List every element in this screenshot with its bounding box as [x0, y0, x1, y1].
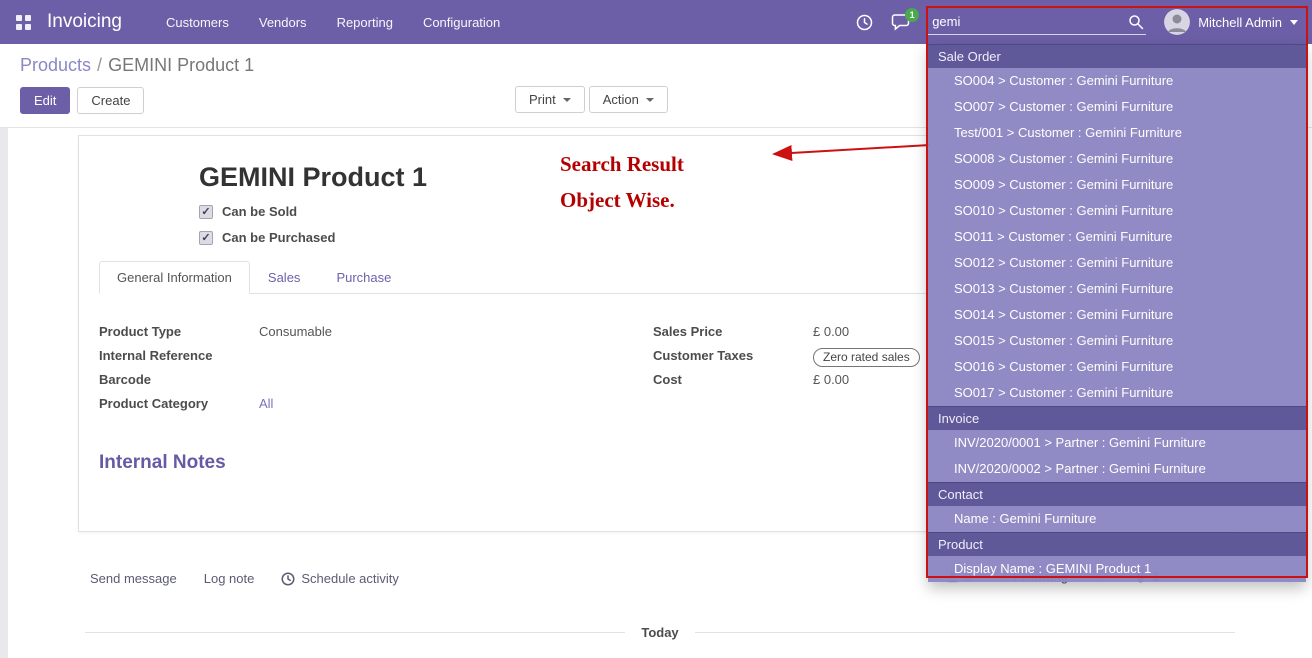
can-be-purchased-label: Can be Purchased: [222, 230, 335, 245]
search-result-item[interactable]: SO012 > Customer : Gemini Furniture: [928, 250, 1306, 276]
action-buttons: Print Action: [515, 86, 668, 113]
search-result-item[interactable]: SO016 > Customer : Gemini Furniture: [928, 354, 1306, 380]
record-buttons: Edit Create: [20, 87, 144, 114]
annotation-text: Search Result Object Wise.: [560, 146, 684, 218]
field-value: £ 0.00: [813, 372, 849, 387]
today-divider: Today: [85, 625, 1235, 640]
search-group-invoice: Invoice: [928, 406, 1306, 430]
avatar: [1164, 9, 1190, 35]
top-navbar: Invoicing Customers Vendors Reporting Co…: [0, 0, 1312, 44]
log-note-button[interactable]: Log note: [204, 571, 255, 586]
navbar-right: 1 Mitchell Admin: [856, 9, 1298, 35]
tab-sales[interactable]: Sales: [250, 261, 319, 294]
breadcrumb-products-link[interactable]: Products: [20, 55, 91, 75]
send-message-button[interactable]: Send message: [90, 571, 177, 586]
search-group-sale-order: Sale Order: [928, 44, 1306, 68]
search-group-contact: Contact: [928, 482, 1306, 506]
apps-grid-icon: [16, 15, 31, 30]
today-label: Today: [641, 625, 678, 640]
can-be-purchased-checkbox[interactable]: [199, 231, 213, 245]
search-result-item[interactable]: Test/001 > Customer : Gemini Furniture: [928, 120, 1306, 146]
divider-line: [85, 632, 625, 633]
content-left-gutter: [0, 128, 8, 658]
can-be-sold-label: Can be Sold: [222, 204, 297, 219]
field-label: Internal Reference: [99, 348, 259, 363]
field-value: £ 0.00: [813, 324, 849, 339]
field-label: Product Category: [99, 396, 259, 411]
search-result-item[interactable]: SO013 > Customer : Gemini Furniture: [928, 276, 1306, 302]
create-button[interactable]: Create: [77, 87, 144, 114]
schedule-activity-label: Schedule activity: [301, 571, 399, 586]
search-group-product: Product: [928, 532, 1306, 556]
message-count-badge: 1: [905, 8, 919, 22]
search-result-item[interactable]: SO009 > Customer : Gemini Furniture: [928, 172, 1306, 198]
breadcrumb: Products / GEMINI Product 1: [20, 55, 254, 76]
field-internal-reference: Internal Reference: [99, 348, 653, 367]
search-icon[interactable]: [1128, 14, 1144, 30]
search-result-item[interactable]: SO004 > Customer : Gemini Furniture: [928, 68, 1306, 94]
field-label: Barcode: [99, 372, 259, 387]
action-label: Action: [603, 92, 639, 107]
product-category-link[interactable]: All: [259, 396, 273, 411]
annotation-line-1: Search Result: [560, 146, 684, 182]
global-search: [928, 10, 1146, 35]
search-result-item[interactable]: INV/2020/0002 > Partner : Gemini Furnitu…: [928, 456, 1306, 482]
breadcrumb-separator: /: [97, 55, 102, 75]
nav-item-customers[interactable]: Customers: [166, 15, 229, 30]
search-result-item[interactable]: Display Name : GEMINI Product 1: [928, 556, 1306, 582]
field-value: Consumable: [259, 324, 332, 339]
chevron-down-icon: [1290, 20, 1298, 25]
fields-left-column: Product Type Consumable Internal Referen…: [99, 324, 653, 420]
field-label: Customer Taxes: [653, 348, 813, 363]
print-button[interactable]: Print: [515, 86, 585, 113]
print-label: Print: [529, 92, 556, 107]
annotation-line-2: Object Wise.: [560, 182, 684, 218]
user-menu[interactable]: Mitchell Admin: [1164, 9, 1298, 35]
tab-purchase[interactable]: Purchase: [318, 261, 409, 294]
divider-line: [695, 632, 1235, 633]
schedule-activity-button[interactable]: Schedule activity: [281, 571, 399, 586]
messages-icon[interactable]: 1: [891, 14, 910, 31]
search-result-item[interactable]: SO008 > Customer : Gemini Furniture: [928, 146, 1306, 172]
nav-item-reporting[interactable]: Reporting: [337, 15, 393, 30]
action-button[interactable]: Action: [589, 86, 668, 113]
field-barcode: Barcode: [99, 372, 653, 391]
customer-tax-tag: Zero rated sales: [813, 348, 920, 367]
tab-general-information[interactable]: General Information: [99, 261, 250, 294]
nav-item-configuration[interactable]: Configuration: [423, 15, 500, 30]
user-name-label: Mitchell Admin: [1198, 15, 1282, 30]
breadcrumb-current: GEMINI Product 1: [108, 55, 254, 75]
search-result-item[interactable]: INV/2020/0001 > Partner : Gemini Furnitu…: [928, 430, 1306, 456]
search-result-item[interactable]: SO014 > Customer : Gemini Furniture: [928, 302, 1306, 328]
activities-clock-icon[interactable]: [856, 14, 873, 31]
search-result-item[interactable]: SO015 > Customer : Gemini Furniture: [928, 328, 1306, 354]
can-be-sold-checkbox[interactable]: [199, 205, 213, 219]
chevron-down-icon: [646, 98, 654, 102]
nav-item-vendors[interactable]: Vendors: [259, 15, 307, 30]
main-menu: Customers Vendors Reporting Configuratio…: [166, 15, 500, 30]
field-label: Product Type: [99, 324, 259, 339]
search-result-item[interactable]: SO017 > Customer : Gemini Furniture: [928, 380, 1306, 406]
chevron-down-icon: [563, 98, 571, 102]
apps-menu-button[interactable]: [12, 9, 35, 36]
field-label: Sales Price: [653, 324, 813, 339]
search-result-item[interactable]: SO010 > Customer : Gemini Furniture: [928, 198, 1306, 224]
edit-button[interactable]: Edit: [20, 87, 70, 114]
search-result-item[interactable]: SO007 > Customer : Gemini Furniture: [928, 94, 1306, 120]
app-name[interactable]: Invoicing: [47, 11, 122, 33]
search-input[interactable]: [928, 10, 1146, 35]
search-result-item[interactable]: Name : Gemini Furniture: [928, 506, 1306, 532]
search-result-item[interactable]: SO011 > Customer : Gemini Furniture: [928, 224, 1306, 250]
chatter-toolbar: Send message Log note Schedule activity: [90, 571, 399, 586]
field-product-category: Product Category All: [99, 396, 653, 415]
search-results-dropdown: Sale Order SO004 > Customer : Gemini Fur…: [928, 44, 1306, 582]
field-product-type: Product Type Consumable: [99, 324, 653, 343]
field-label: Cost: [653, 372, 813, 387]
clock-icon: [281, 572, 295, 586]
